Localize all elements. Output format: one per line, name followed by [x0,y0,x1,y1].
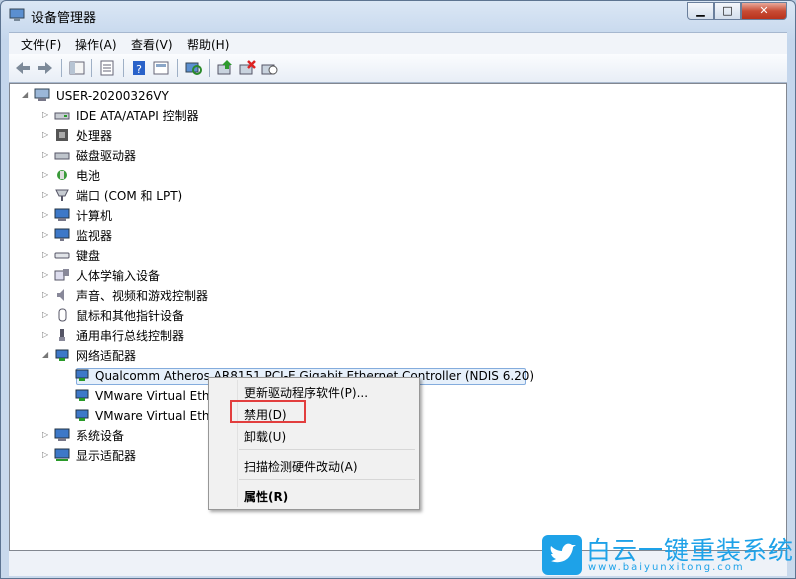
category-label: 磁盘驱动器 [76,149,137,163]
expand-arrow-icon[interactable]: ▷ [42,211,49,219]
collapse-arrow-icon[interactable]: ◢ [22,91,29,99]
sound-icon [57,289,64,301]
enable-icon[interactable] [259,58,279,78]
menu-bar: 文件(F) 操作(A) 查看(V) 帮助(H) [9,32,787,55]
category-label: 声音、视频和游戏控制器 [76,289,209,303]
category-label: 端口 (COM 和 LPT) [76,189,183,203]
category-label: 人体学输入设备 [76,269,161,283]
system-device-icon [54,428,70,441]
maximize-button[interactable]: □ [714,2,741,20]
mouse-icon [58,308,67,322]
collapse-arrow-icon[interactable]: ◢ [42,351,49,359]
update-driver-menu-item[interactable]: 更新驱动程序软件(P)... [244,384,368,401]
device-manager-icon [9,8,25,21]
category-label: 通用串行总线控制器 [76,329,185,343]
window-title: 设备管理器 [31,11,97,26]
uninstall-menu-item[interactable]: 卸载(U) [244,428,286,445]
menu-help[interactable]: 帮助(H) [187,36,229,53]
category-label: 监视器 [76,229,113,243]
help-icon[interactable]: ? [129,58,149,78]
expand-arrow-icon[interactable]: ▷ [42,331,49,339]
watermark-url: www.baiyunxitong.com [588,562,745,573]
expand-arrow-icon[interactable]: ▷ [42,251,49,259]
device-label: VMware Virtual Ethe [95,409,217,423]
scan-hardware-menu-item[interactable]: 扫描检测硬件改动(A) [244,458,358,475]
category-label: 系统设备 [76,429,125,443]
network-adapter-icon [55,349,69,361]
expand-arrow-icon[interactable]: ▷ [42,191,49,199]
svg-text:?: ? [136,63,142,76]
network-adapter-icon [75,389,89,401]
expand-arrow-icon[interactable]: ▷ [42,131,49,139]
display-adapter-icon [54,448,70,461]
monitor-icon [54,228,70,241]
usb-icon [59,329,65,341]
expand-arrow-icon[interactable]: ▷ [42,431,49,439]
view-icon[interactable] [151,58,171,78]
category-label: 显示适配器 [76,449,137,463]
category-label: 鼠标和其他指针设备 [76,309,185,323]
menu-separator [239,479,415,480]
highlight-box [230,400,306,423]
category-label: IDE ATA/ATAPI 控制器 [76,109,199,123]
menu-file[interactable]: 文件(F) [21,36,61,53]
network-adapter-icon [75,369,89,381]
bird-logo-icon [542,535,582,575]
menu-view[interactable]: 查看(V) [131,36,173,53]
root-label: USER-20200326VY [56,89,169,103]
category-label: 处理器 [76,129,113,143]
expand-arrow-icon[interactable]: ▷ [42,111,49,119]
uninstall-icon[interactable] [237,58,257,78]
menu-action[interactable]: 操作(A) [75,36,117,53]
forward-icon[interactable] [35,58,55,78]
category-label: 计算机 [76,209,113,223]
title-bar[interactable]: 设备管理器 ▁ □ ✕ [1,1,795,31]
expand-arrow-icon[interactable]: ▷ [42,451,49,459]
expand-arrow-icon[interactable]: ▷ [42,231,49,239]
up-icon[interactable] [67,58,87,78]
ide-controller-icon [54,112,70,120]
expand-arrow-icon[interactable]: ▷ [42,151,49,159]
close-button[interactable]: ✕ [741,2,787,20]
expand-arrow-icon[interactable]: ▷ [42,271,49,279]
network-adapter-icon [75,409,89,421]
expand-arrow-icon[interactable]: ▷ [42,291,49,299]
watermark: 白云一键重装系统 www.baiyunxitong.com [540,533,796,579]
port-icon [55,189,69,201]
device-label: VMware Virtual Ethe [95,389,217,403]
category-label: 网络适配器 [76,349,137,363]
context-menu: 更新驱动程序软件(P)... 禁用(D) 卸载(U) 扫描检测硬件改动(A) 属… [208,377,420,510]
category-label: 键盘 [76,249,101,263]
processor-icon [56,129,68,141]
toolbar: ? [9,54,787,83]
properties-icon[interactable] [97,58,117,78]
computer-icon [54,208,70,221]
minimize-button[interactable]: ▁ [687,2,714,20]
expand-arrow-icon[interactable]: ▷ [42,311,49,319]
update-driver-icon[interactable] [215,58,235,78]
back-icon[interactable] [13,58,33,78]
properties-menu-item[interactable]: 属性(R) [244,488,288,505]
category-label: 电池 [76,169,101,183]
battery-icon [57,170,67,180]
disk-drive-icon [54,152,70,160]
computer-icon [34,88,50,101]
hid-icon [54,269,69,281]
keyboard-icon [54,252,70,259]
menu-separator [239,449,415,450]
scan-icon[interactable] [183,58,203,78]
expand-arrow-icon[interactable]: ▷ [42,171,49,179]
